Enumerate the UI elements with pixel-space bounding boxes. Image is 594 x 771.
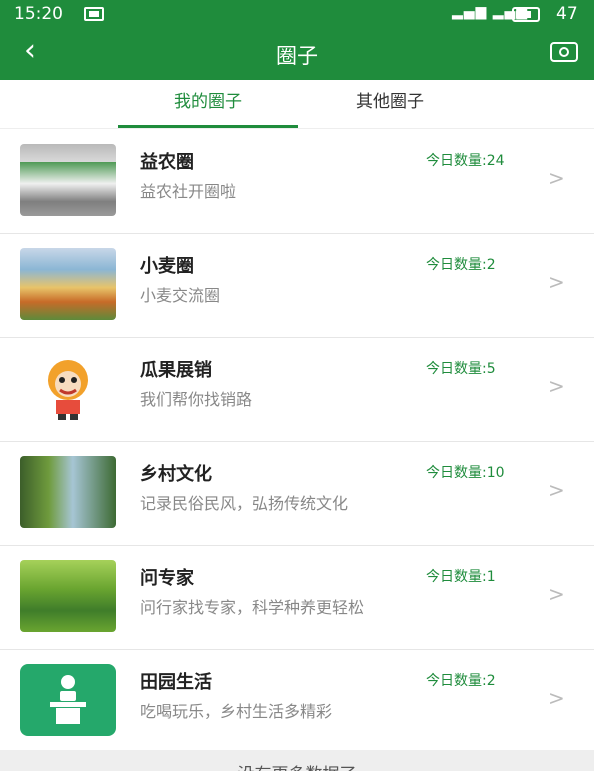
circle-name: 田园生活 xyxy=(140,672,212,693)
chevron-right-icon: > xyxy=(548,166,565,190)
chevron-right-icon: > xyxy=(548,374,565,398)
today-count: 今日数量:2 xyxy=(426,257,496,273)
chevron-right-icon: > xyxy=(548,478,565,502)
battery-level: 47 xyxy=(556,4,578,24)
circle-name: 小麦圈 xyxy=(140,256,194,277)
circle-thumbnail xyxy=(20,664,116,736)
list-item[interactable]: 小麦圈 小麦交流圈 今日数量:2 > xyxy=(0,234,594,338)
circle-description: 吃喝玩乐，乡村生活多精彩 xyxy=(140,702,333,721)
today-count: 今日数量:5 xyxy=(426,361,496,377)
app-header: 15:20 ▂▄▆ ▂▄▆ 47 ‹ 圈子 xyxy=(0,0,594,80)
circle-description: 记录民俗民风，弘扬传统文化 xyxy=(140,494,349,513)
circle-list: 益农圈 益农社开圈啦 今日数量:24 > 小麦圈 小麦交流圈 今日数量:2 > … xyxy=(0,130,594,754)
circle-tabs: 我的圈子 其他圈子 xyxy=(0,80,594,129)
status-bar: 15:20 ▂▄▆ ▂▄▆ 47 xyxy=(0,0,594,30)
circle-thumbnail xyxy=(20,144,116,216)
monkey-icon xyxy=(48,360,88,420)
speaker-podium-icon xyxy=(50,675,86,724)
chevron-right-icon: > xyxy=(548,582,565,606)
list-footer: 没有更多数据了 xyxy=(0,750,594,771)
chevron-right-icon: > xyxy=(548,270,565,294)
circle-description: 益农社开圈啦 xyxy=(140,182,237,201)
circle-name: 乡村文化 xyxy=(140,464,212,485)
circle-name: 益农圈 xyxy=(140,152,194,173)
today-count: 今日数量:2 xyxy=(426,673,496,689)
today-count: 今日数量:24 xyxy=(426,153,505,169)
list-item[interactable]: 益农圈 益农社开圈啦 今日数量:24 > xyxy=(0,130,594,234)
list-item[interactable]: 问专家 问行家找专家，科学种养更轻松 今日数量:1 > xyxy=(0,546,594,650)
no-more-data-text: 没有更多数据了 xyxy=(0,760,594,771)
circle-thumbnail xyxy=(20,560,116,632)
circle-name: 问专家 xyxy=(140,568,194,589)
chevron-right-icon: > xyxy=(548,686,565,710)
status-time: 15:20 xyxy=(14,4,63,24)
camera-icon[interactable] xyxy=(550,42,578,62)
today-count: 今日数量:10 xyxy=(426,465,505,481)
tab-other-circles[interactable]: 其他圈子 xyxy=(300,80,480,128)
list-item[interactable]: 瓜果展销 我们帮你找销路 今日数量:5 > xyxy=(0,338,594,442)
circle-thumbnail xyxy=(20,456,116,528)
nav-bar: ‹ 圈子 xyxy=(0,30,594,80)
circle-thumbnail xyxy=(20,248,116,320)
message-icon xyxy=(84,7,104,21)
list-item[interactable]: 乡村文化 记录民俗民风，弘扬传统文化 今日数量:10 > xyxy=(0,442,594,546)
circle-description: 问行家找专家，科学种养更轻松 xyxy=(140,598,365,617)
list-item[interactable]: 田园生活 吃喝玩乐，乡村生活多精彩 今日数量:2 > xyxy=(0,650,594,754)
circle-description: 小麦交流圈 xyxy=(140,286,221,305)
circle-name: 瓜果展销 xyxy=(140,360,212,381)
circle-description: 我们帮你找销路 xyxy=(140,390,253,409)
tab-my-circles[interactable]: 我的圈子 xyxy=(118,80,298,128)
page-title: 圈子 xyxy=(276,44,318,68)
today-count: 今日数量:1 xyxy=(426,569,496,585)
battery-icon xyxy=(512,7,540,22)
circle-thumbnail xyxy=(20,352,116,424)
